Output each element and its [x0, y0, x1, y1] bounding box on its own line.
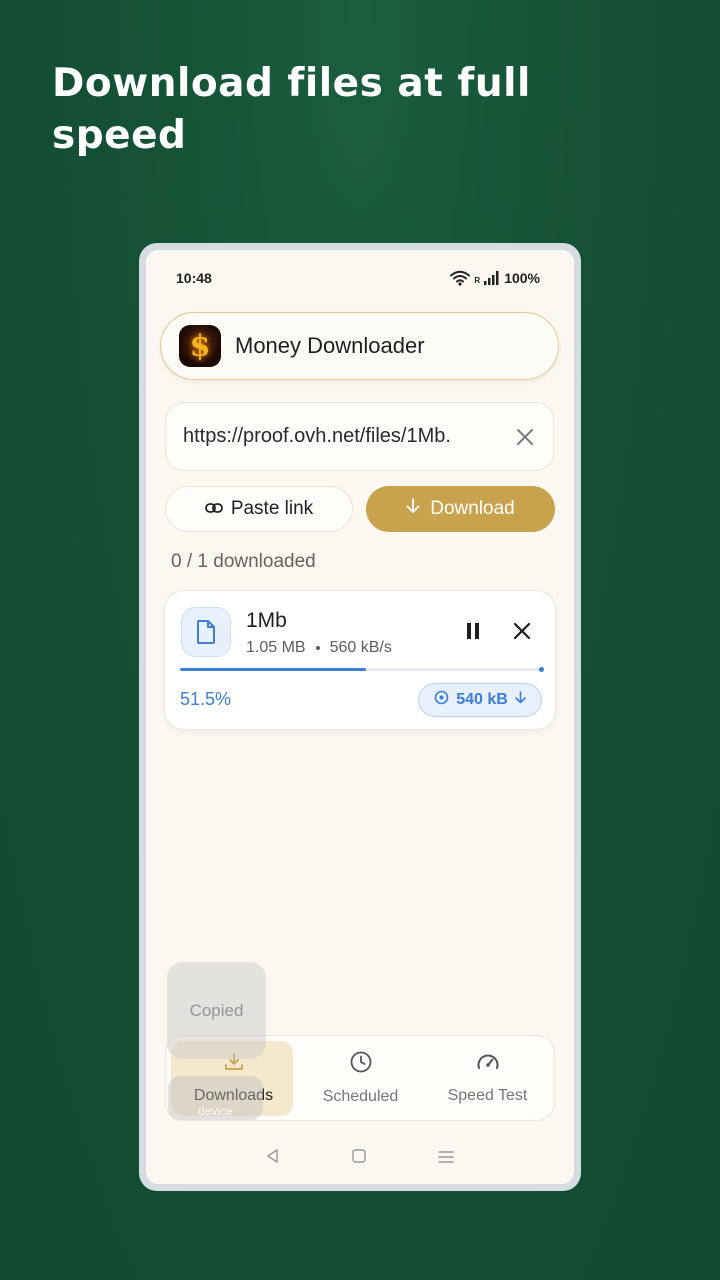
file-name: 1Mb: [246, 609, 287, 632]
speed-chip[interactable]: 540 kB: [418, 683, 542, 717]
file-icon: [181, 607, 231, 657]
speedometer-icon: [476, 1052, 500, 1077]
progress-bar-fill: [180, 668, 367, 671]
promo-headline: Download files at full speed: [52, 61, 531, 158]
nav-item-scheduled[interactable]: Scheduled: [297, 1036, 424, 1120]
copied-toast: Copied: [167, 962, 266, 1059]
toast-secondary: device: [168, 1076, 263, 1120]
paste-link-label: Paste link: [230, 498, 314, 519]
app-header: $ Money Downloader: [160, 312, 559, 380]
roaming-indicator: R: [474, 276, 481, 285]
url-input[interactable]: https://proof.ovh.net/files/1Mb.: [165, 402, 554, 471]
app-title: Money Downloader: [235, 333, 425, 358]
download-label: Download: [430, 498, 515, 519]
signal-icon: [484, 271, 500, 285]
nav-item-speed-test[interactable]: Speed Test: [424, 1036, 551, 1120]
home-icon[interactable]: [351, 1148, 367, 1168]
downloaded-count: 0 / 1 downloaded: [171, 551, 316, 572]
file-meta: 1.05 MB 560 kB/s: [246, 639, 392, 657]
nav-label-speed-test: Speed Test: [447, 1086, 528, 1104]
arrow-down-icon: [406, 498, 420, 520]
system-nav-bar: [146, 1138, 574, 1178]
paste-link-button[interactable]: Paste link: [165, 486, 353, 532]
status-time: 10:48: [176, 270, 212, 286]
link-icon: [204, 498, 223, 520]
progress-end-dot: [539, 667, 544, 672]
pause-icon[interactable]: [461, 619, 485, 643]
download-button[interactable]: Download: [366, 486, 555, 532]
file-size: 1.05 MB: [246, 639, 306, 656]
battery-level: 100%: [504, 270, 540, 286]
progress-percent: 51.5%: [180, 689, 232, 709]
wifi-icon: [450, 270, 471, 286]
meta-separator: [315, 646, 320, 650]
recents-icon[interactable]: [437, 1149, 455, 1168]
speed-gauge-icon: [434, 690, 449, 710]
close-icon[interactable]: [513, 425, 537, 449]
app-screen: 10:48 R 100% $ Money Downloader https://…: [146, 250, 574, 1184]
app-logo: $: [179, 325, 221, 367]
speed-chip-value: 540 kB: [456, 691, 508, 708]
cancel-download-icon[interactable]: [510, 619, 534, 643]
arrow-down-icon: [514, 691, 526, 709]
nav-label-scheduled: Scheduled: [322, 1087, 399, 1105]
back-icon[interactable]: [265, 1148, 281, 1168]
status-bar: 10:48 R 100%: [146, 250, 574, 306]
url-input-value[interactable]: https://proof.ovh.net/files/1Mb.: [183, 425, 503, 448]
clock-icon: [350, 1051, 372, 1078]
download-item-card[interactable]: 1Mb 1.05 MB 560 kB/s 51.5% 540 kB: [164, 590, 556, 730]
phone-frame: 10:48 R 100% $ Money Downloader https://…: [139, 243, 581, 1191]
download-speed: 560 kB/s: [329, 639, 392, 656]
progress-bar: [180, 667, 544, 672]
status-icons: R 100%: [450, 270, 540, 286]
